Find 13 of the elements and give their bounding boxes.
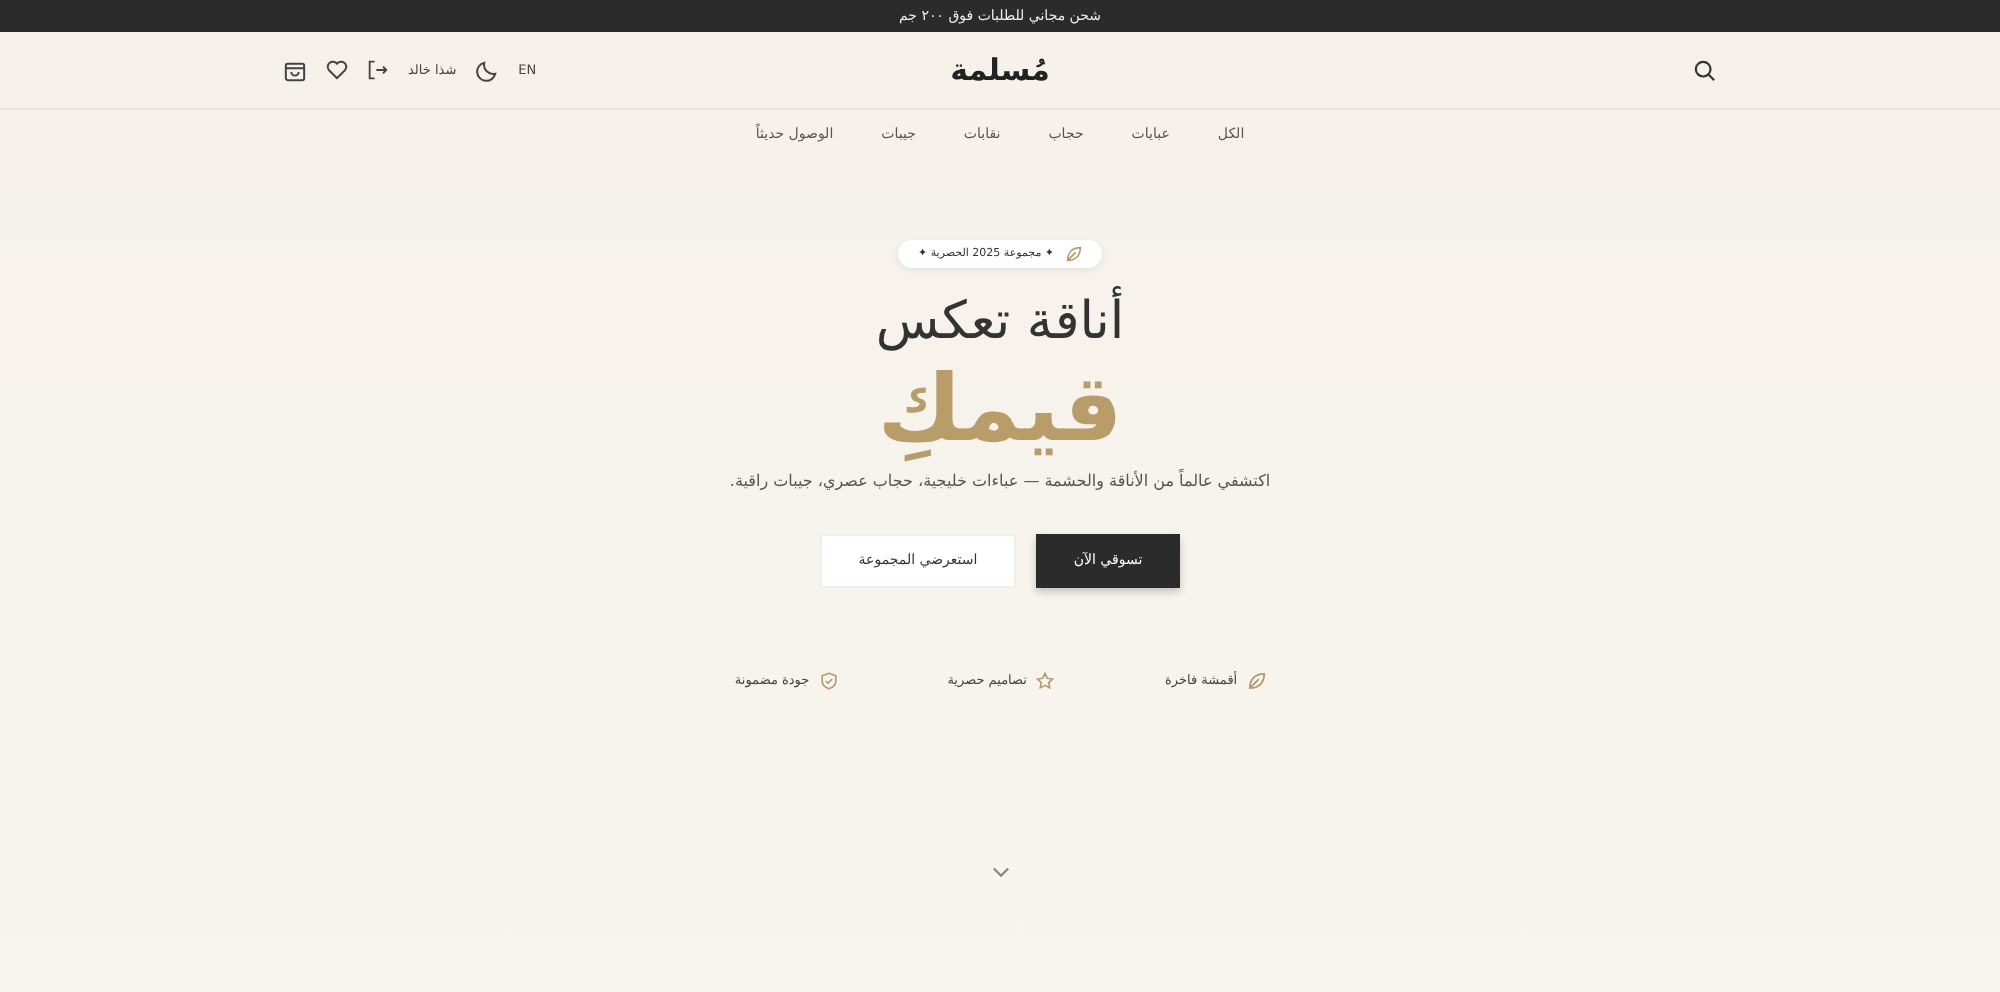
star-icon [1036,671,1055,690]
leaf-icon [1066,246,1083,262]
moon-icon[interactable] [476,59,499,81]
highlight-headline: قيمكِ [877,358,1123,460]
shield-check-icon [819,671,838,690]
chevron-down-icon[interactable] [991,865,1009,878]
search-icon[interactable] [1694,59,1716,81]
logout-icon[interactable] [368,60,389,80]
logo[interactable]: مُسلمة [950,52,1050,88]
heart-icon[interactable] [326,60,349,80]
hero-subtitle: اكتشفي عالماً من الأناقة والحشمة — عباءات خليجية، حجاب عصري، جيبات راقية. [729,471,1271,490]
leaf-icon [1247,671,1266,690]
shopping-bag-icon[interactable] [284,59,307,81]
